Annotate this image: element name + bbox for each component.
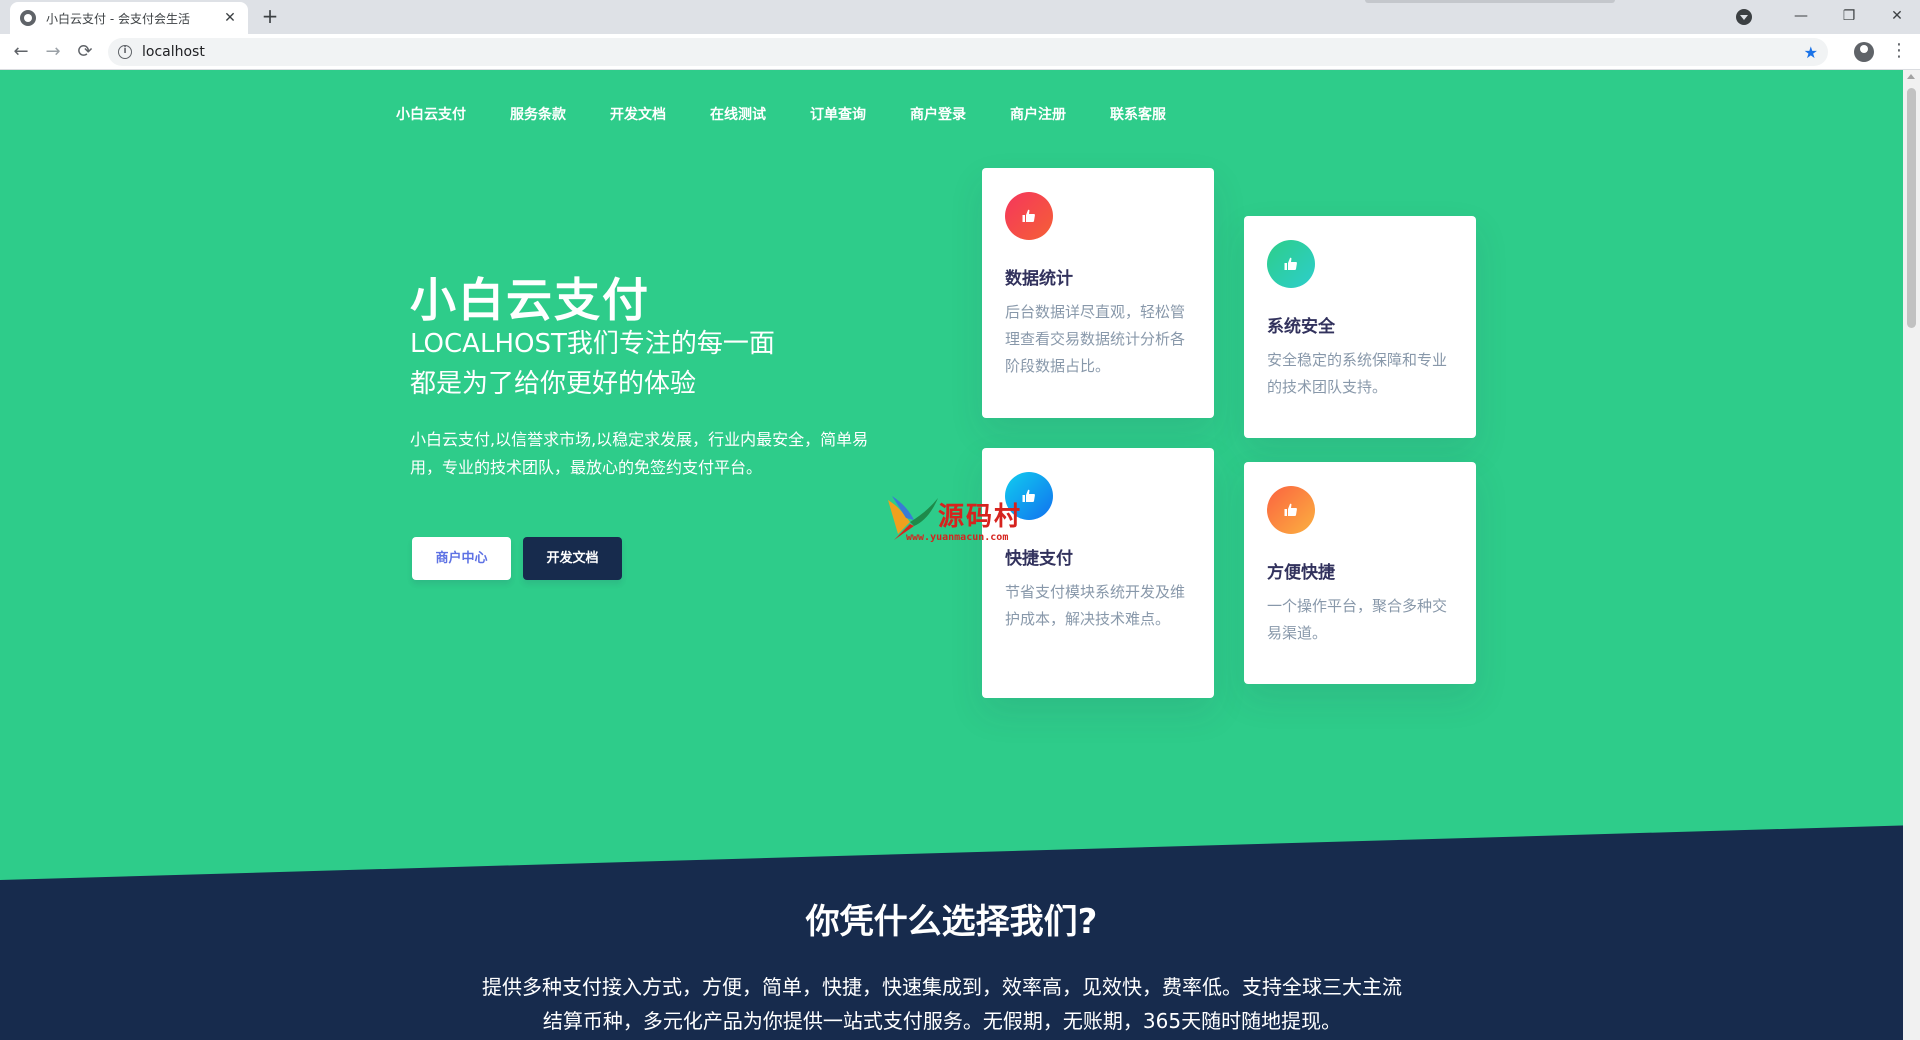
nav-item-merchant-login[interactable]: 商户登录 [910,104,966,124]
hero-subtitle-line1: LOCALHOST我们专注的每一面 [410,329,775,359]
card-title: 方便快捷 [1267,563,1335,583]
scrollbar-thumb[interactable] [1907,88,1916,328]
feature-card-stats: 数据统计 后台数据详尽直观，轻松管理查看交易数据统计分析各阶段数据占比。 [982,168,1214,418]
browser-tabbar: 小白云支付 - 会支付会生活 ✕ + — ❐ ✕ [0,0,1920,34]
page-scrollbar[interactable] [1903,70,1920,1040]
card-text: 节省支付模块系统开发及维护成本，解决技术难点。 [1005,583,1186,628]
thumb-icon [1267,240,1315,288]
why-choose-description: 提供多种支付接入方式，方便，简单，快捷，快速集成到，效率高，见效快，费率低。支持… [470,970,1414,1038]
browser-menu-icon[interactable]: ⋮ [1890,41,1908,61]
watermark-logo: 源码村 www.yuanmacun.com [884,494,1034,550]
nav-item-merchant-register[interactable]: 商户注册 [1010,104,1066,124]
browser-tab[interactable]: 小白云支付 - 会支付会生活 ✕ [10,2,248,34]
tab-drag-hint [1365,0,1615,3]
hero-subtitle: LOCALHOST我们专注的每一面 都是为了给你更好的体验 [410,324,775,404]
feature-card-convenient: 方便快捷 一个操作平台，聚合多种交易渠道。 [1244,462,1476,684]
nav-item-order-query[interactable]: 订单查询 [810,104,866,124]
page-viewport: 小白云支付 服务条款 开发文档 在线测试 订单查询 商户登录 商户注册 联系客服… [0,70,1920,1040]
info-icon[interactable]: i [118,45,132,59]
watermark-url: www.yuanmacun.com [906,532,1009,543]
tab-close-icon[interactable]: ✕ [222,10,238,26]
card-title: 系统安全 [1267,317,1335,337]
dev-docs-button[interactable]: 开发文档 [523,537,622,580]
merchant-center-button[interactable]: 商户中心 [412,537,511,580]
nav-item-docs[interactable]: 开发文档 [610,104,666,124]
nav-item-online-test[interactable]: 在线测试 [710,104,766,124]
hero-subtitle-line2: 都是为了给你更好的体验 [410,369,697,399]
url-text[interactable]: localhost [142,44,1804,60]
nav-item-home[interactable]: 小白云支付 [396,104,466,124]
feature-card-security: 系统安全 安全稳定的系统保障和专业的技术团队支持。 [1244,216,1476,438]
nav-item-contact[interactable]: 联系客服 [1110,104,1166,124]
browser-toolbar: ← → ⟳ i localhost ★ ⋮ [0,34,1920,70]
reload-button[interactable]: ⟳ [74,41,96,63]
bookmark-star-icon[interactable]: ★ [1804,43,1818,62]
feature-card-fastpay: 快捷支付 节省支付模块系统开发及维护成本，解决技术难点。 [982,448,1214,698]
card-text: 后台数据详尽直观，轻松管理查看交易数据统计分析各阶段数据占比。 [1005,303,1186,375]
card-title: 数据统计 [1005,269,1073,289]
globe-icon [20,10,36,26]
forward-button[interactable]: → [42,41,64,63]
scroll-up-arrow-icon[interactable] [1907,74,1915,79]
watermark-text: 源码村 [938,502,1023,532]
why-choose-title: 你凭什么选择我们? [805,902,1098,942]
tab-search-icon[interactable] [1736,9,1752,25]
thumb-icon [1005,192,1053,240]
address-bar[interactable]: i localhost ★ [108,38,1828,66]
nav-item-terms[interactable]: 服务条款 [510,104,566,124]
why-desc-line2: 结算币种，多元化产品为你提供一站式支付服务。无假期，无账期，365天随时随地提现… [542,1009,1342,1033]
minimize-button[interactable]: — [1778,0,1824,34]
close-window-button[interactable]: ✕ [1874,0,1920,34]
new-tab-button[interactable]: + [258,5,282,29]
hero-description: 小白云支付,以信誉求市场,以稳定求发展，行业内最安全，简单易用，专业的技术团队，… [410,430,869,477]
profile-avatar-icon[interactable] [1854,42,1874,62]
card-text: 安全稳定的系统保障和专业的技术团队支持。 [1267,351,1448,396]
back-button[interactable]: ← [10,41,32,63]
thumb-icon [1267,486,1315,534]
hero-title: 小白云支付 [410,273,650,327]
window-controls: — ❐ ✕ [1736,0,1920,34]
top-navigation: 小白云支付 服务条款 开发文档 在线测试 订单查询 商户登录 商户注册 联系客服 [396,104,1210,124]
tab-title: 小白云支付 - 会支付会生活 [46,11,190,26]
restore-button[interactable]: ❐ [1826,0,1872,34]
card-text: 一个操作平台，聚合多种交易渠道。 [1267,597,1448,642]
why-desc-line1: 提供多种支付接入方式，方便，简单，快捷，快速集成到，效率高，见效快，费率低。支持… [482,975,1402,999]
